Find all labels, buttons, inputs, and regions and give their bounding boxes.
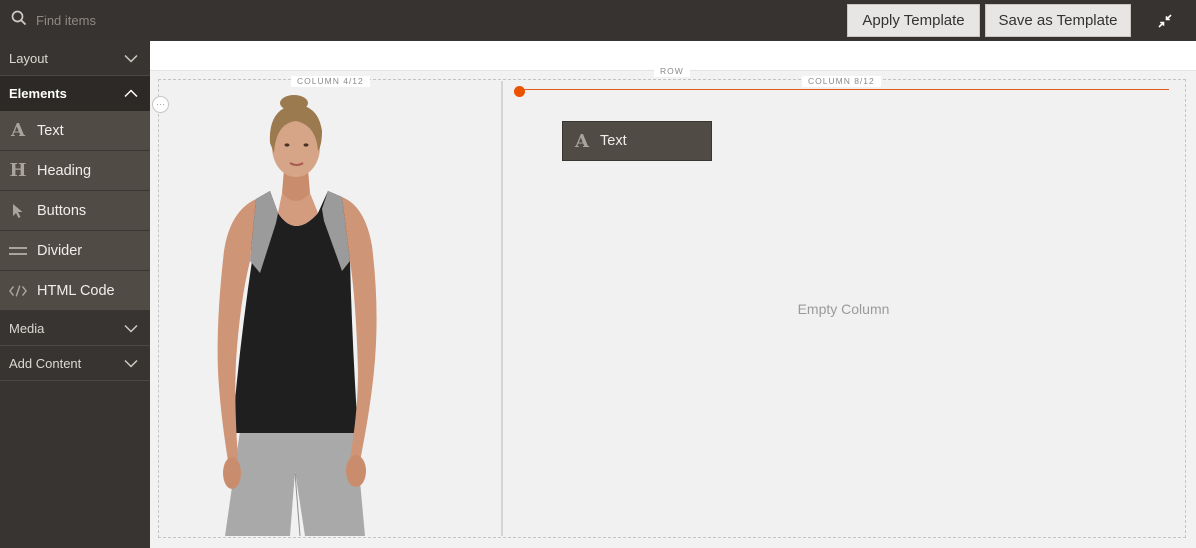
apply-template-button[interactable]: Apply Template — [847, 4, 980, 37]
row-label: ROW — [654, 66, 690, 77]
sidebar-item-heading[interactable]: H Heading — [0, 151, 150, 191]
section-label: Elements — [9, 86, 67, 101]
heading-icon: H — [9, 160, 27, 181]
sidebar-item-html-code[interactable]: HTML Code — [0, 271, 150, 311]
product-image — [217, 95, 377, 537]
sidebar-item-label: Heading — [37, 162, 92, 179]
search-icon — [11, 10, 27, 31]
text-icon: A — [575, 130, 589, 152]
sidebar-section-elements[interactable]: Elements — [0, 76, 150, 111]
column-1-label: COLUMN 4/12 — [291, 76, 370, 87]
divider-icon — [9, 241, 27, 261]
code-icon — [9, 281, 27, 301]
sidebar-item-text[interactable]: A Text — [0, 111, 150, 151]
column-4-12[interactable] — [160, 81, 502, 537]
sidebar-section-media[interactable]: Media — [0, 311, 150, 346]
sidebar-item-divider[interactable]: Divider — [0, 231, 150, 271]
cursor-icon — [9, 201, 27, 221]
search-input[interactable] — [36, 13, 146, 28]
section-label: Layout — [9, 50, 49, 66]
stage: ROW COLUMN 4/12 ··· COLUMN 8/12 A Text E… — [150, 41, 1196, 548]
sidebar-item-buttons[interactable]: Buttons — [0, 191, 150, 231]
save-as-template-button[interactable]: Save as Template — [985, 4, 1131, 37]
drop-indicator-dot — [514, 86, 525, 97]
section-label: Add Content — [9, 355, 82, 371]
sidebar-section-layout[interactable]: Layout — [0, 41, 150, 76]
dragged-element-label: Text — [600, 133, 627, 149]
sidebar-item-label: Text — [37, 122, 64, 139]
sidebar-item-label: Buttons — [37, 202, 87, 219]
text-icon: A — [11, 120, 25, 141]
section-label: Media — [9, 320, 45, 336]
search-bar — [0, 0, 150, 41]
chevron-down-icon — [124, 54, 138, 63]
drop-indicator-line — [519, 89, 1169, 90]
collapse-arrows-icon[interactable] — [1153, 9, 1177, 33]
chevron-down-icon — [124, 324, 138, 333]
sidebar: Layout Elements A Text H Heading Buttons… — [0, 41, 150, 548]
chevron-down-icon — [124, 359, 138, 368]
sidebar-section-add-content[interactable]: Add Content — [0, 346, 150, 381]
resize-handle-icon[interactable]: ··· — [152, 96, 169, 113]
dragged-text-element[interactable]: A Text — [562, 121, 712, 161]
column-2-label: COLUMN 8/12 — [802, 76, 881, 87]
chevron-up-icon — [124, 89, 138, 98]
sidebar-item-label: Divider — [37, 242, 83, 259]
empty-column-placeholder: Empty Column — [797, 301, 890, 317]
top-toolbar: Apply Template Save as Template — [0, 0, 1196, 41]
sidebar-item-label: HTML Code — [37, 282, 115, 299]
